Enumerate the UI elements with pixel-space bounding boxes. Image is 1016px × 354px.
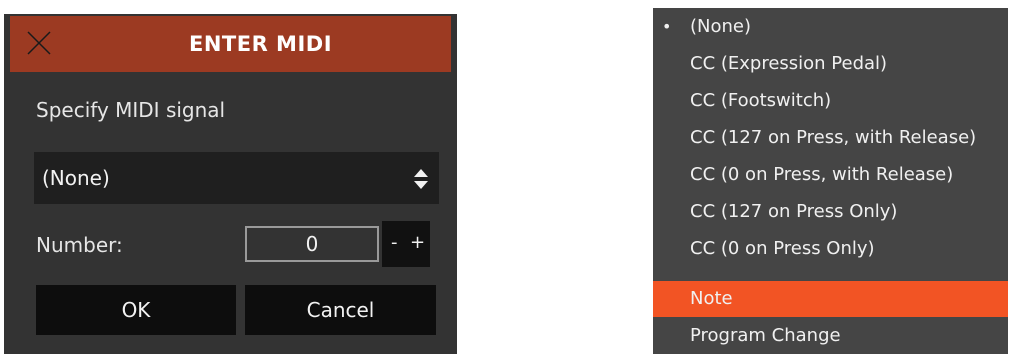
menu-item-label: (None) bbox=[690, 16, 752, 37]
menu-item-label: CC (127 on Press, with Release) bbox=[690, 127, 977, 148]
dialog-title: ENTER MIDI bbox=[188, 32, 333, 56]
midi-signal-menu: • (None) CC (Expression Pedal) CC (Foots… bbox=[653, 8, 1008, 354]
signal-prompt: Specify MIDI signal bbox=[36, 98, 226, 122]
close-button[interactable] bbox=[26, 30, 52, 56]
midi-signal-select[interactable]: (None) bbox=[34, 152, 439, 204]
menu-item-label: CC (127 on Press Only) bbox=[690, 201, 898, 222]
number-label: Number: bbox=[36, 233, 123, 257]
menu-item-label: CC (Expression Pedal) bbox=[690, 53, 888, 74]
menu-item-label: CC (Footswitch) bbox=[690, 90, 832, 111]
menu-item-cc-127-press-with-release[interactable]: CC (127 on Press, with Release) bbox=[653, 119, 1008, 156]
increment-button[interactable]: + bbox=[410, 221, 425, 267]
decrement-button[interactable]: - bbox=[391, 221, 398, 267]
midi-signal-select-value: (None) bbox=[42, 166, 110, 190]
close-icon bbox=[27, 31, 51, 55]
menu-item-cc-expression-pedal[interactable]: CC (Expression Pedal) bbox=[653, 45, 1008, 82]
dialog-header: ENTER MIDI bbox=[10, 16, 451, 72]
number-stepper: - + bbox=[382, 221, 430, 267]
menu-item-label: CC (0 on Press Only) bbox=[690, 238, 875, 259]
menu-item-note[interactable]: Note bbox=[653, 281, 1008, 317]
up-down-arrows-icon bbox=[414, 169, 428, 189]
menu-item-cc-0-press-only[interactable]: CC (0 on Press Only) bbox=[653, 230, 1008, 267]
menu-item-cc-127-press-only[interactable]: CC (127 on Press Only) bbox=[653, 193, 1008, 230]
menu-item-none[interactable]: • (None) bbox=[653, 8, 1008, 45]
menu-item-label: CC (0 on Press, with Release) bbox=[690, 164, 954, 185]
number-field[interactable]: 0 bbox=[245, 226, 379, 262]
menu-item-cc-footswitch[interactable]: CC (Footswitch) bbox=[653, 82, 1008, 119]
menu-item-label: Note bbox=[690, 288, 733, 309]
menu-item-program-change[interactable]: Program Change bbox=[653, 317, 1008, 354]
menu-item-label: Program Change bbox=[690, 325, 841, 346]
enter-midi-dialog: ENTER MIDI Specify MIDI signal (None) Nu… bbox=[4, 14, 457, 354]
selected-bullet-icon: • bbox=[662, 17, 672, 36]
menu-item-cc-0-press-with-release[interactable]: CC (0 on Press, with Release) bbox=[653, 156, 1008, 193]
cancel-button[interactable]: Cancel bbox=[245, 285, 436, 335]
ok-button[interactable]: OK bbox=[36, 285, 236, 335]
